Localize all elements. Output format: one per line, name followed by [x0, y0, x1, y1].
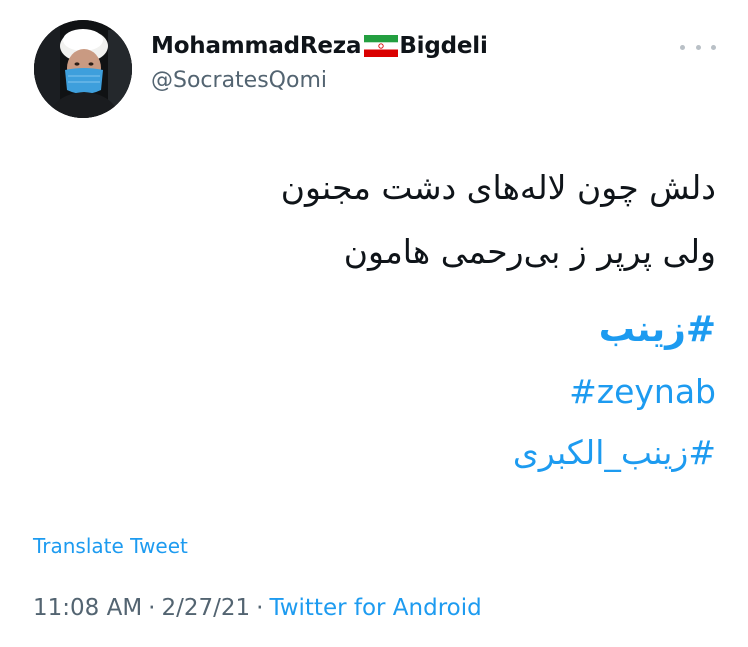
tweet-text-line: دلش چون لاله‌های دشت مجنون	[280, 168, 716, 207]
iran-flag-icon	[364, 35, 399, 57]
tweet-date[interactable]: 2/27/21	[161, 595, 250, 621]
hashtag-link[interactable]: #زينب	[599, 308, 716, 351]
more-horizontal-icon	[680, 44, 685, 50]
hashtag-link[interactable]: #zeynab	[569, 372, 716, 412]
profile-photo-icon	[34, 20, 132, 118]
display-name-part-2: Bigdeli	[399, 33, 488, 59]
separator-dot: ·	[256, 595, 264, 621]
translate-tweet-link[interactable]: Translate Tweet	[33, 534, 188, 558]
tweet-text-line: ولی پرپر ز بی‌رحمی هامون	[343, 232, 716, 271]
more-options-button[interactable]	[680, 36, 716, 58]
user-handle[interactable]: @SocratesQomi	[151, 68, 327, 93]
tweet-time[interactable]: 11:08 AM	[33, 595, 142, 621]
display-name-part-1: MohammadReza	[151, 33, 362, 59]
hashtag-link[interactable]: #زينب_الكبرى	[513, 433, 716, 473]
more-horizontal-icon	[695, 44, 701, 50]
tweet-metadata: 11:08 AM · 2/27/21 · Twitter for Android	[33, 595, 482, 621]
more-horizontal-icon	[711, 44, 716, 50]
avatar[interactable]	[34, 20, 132, 118]
separator-dot: ·	[148, 595, 156, 621]
tweet-card: MohammadReza Bigdeli @SocratesQomi دلش چ…	[0, 0, 748, 647]
tweet-source-link[interactable]: Twitter for Android	[269, 595, 481, 621]
author-name[interactable]: MohammadReza Bigdeli	[151, 31, 488, 61]
